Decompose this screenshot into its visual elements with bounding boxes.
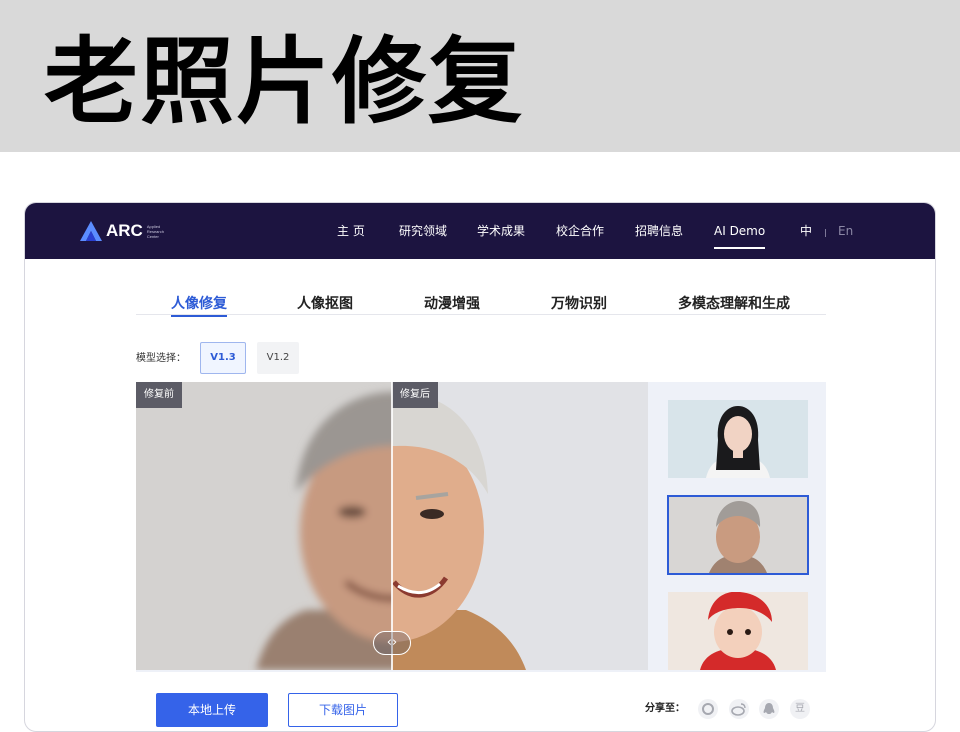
qq-icon[interactable] xyxy=(759,699,779,719)
lang-en[interactable]: En xyxy=(838,223,853,239)
logo-subtext: Applied Research Center xyxy=(146,223,164,239)
tabs-divider xyxy=(136,314,826,315)
chevron-right-icon: › xyxy=(392,635,398,650)
sample-image-man xyxy=(669,497,807,573)
sample-image-child xyxy=(668,592,808,670)
nav-research[interactable]: 研究领域 xyxy=(399,223,447,239)
sample-thumbnail-woman[interactable] xyxy=(668,400,808,478)
compare-viewer: 修复前 修复后 ‹› xyxy=(136,382,826,672)
share-label: 分享至： xyxy=(645,703,685,714)
download-image-button[interactable]: 下载图片 xyxy=(288,693,398,727)
tab-portrait-matting[interactable]: 人像抠图 xyxy=(297,295,353,313)
top-nav: ARC Applied Research Center 主 页 研究领域 学术成… xyxy=(25,203,935,259)
sample-thumbnail-child[interactable] xyxy=(668,592,808,670)
tab-anime-enhance[interactable]: 动漫增强 xyxy=(424,295,480,313)
after-label: 修复后 xyxy=(392,382,438,408)
logo-text: ARC xyxy=(106,221,143,240)
app-window: ARC Applied Research Center 主 页 研究领域 学术成… xyxy=(24,202,936,732)
weibo-icon[interactable] xyxy=(729,699,749,719)
sample-thumbnail-man[interactable] xyxy=(667,495,809,575)
nav-ai-demo[interactable]: AI Demo xyxy=(714,223,766,249)
lang-zh[interactable]: 中 xyxy=(800,223,812,239)
arc-logo-icon xyxy=(80,221,102,241)
slide-banner: 老照片修复 xyxy=(0,0,960,152)
nav-publications[interactable]: 学术成果 xyxy=(477,223,525,239)
before-label: 修复前 xyxy=(136,382,182,408)
arc-logo[interactable]: ARC Applied Research Center xyxy=(79,219,169,243)
tab-object-recognition[interactable]: 万物识别 xyxy=(551,295,607,313)
model-select-label: 模型选择： xyxy=(136,353,186,364)
compare-photo: 修复前 修复后 ‹› xyxy=(136,382,648,670)
compare-divider xyxy=(391,382,393,670)
compare-slider-handle[interactable]: ‹› xyxy=(373,631,411,655)
upload-local-button[interactable]: 本地上传 xyxy=(156,693,268,727)
nav-cooperation[interactable]: 校企合作 xyxy=(556,223,604,239)
moments-icon[interactable] xyxy=(698,699,718,719)
nav-careers[interactable]: 招聘信息 xyxy=(635,223,683,239)
slide-title: 老照片修复 xyxy=(44,28,525,137)
nav-home[interactable]: 主 页 xyxy=(337,223,365,239)
sample-image-woman xyxy=(668,400,808,478)
lang-separator xyxy=(825,229,826,237)
douban-icon[interactable]: 豆 xyxy=(790,699,810,719)
version-v13-button[interactable]: V1.3 xyxy=(200,342,246,374)
tab-multimodal[interactable]: 多模态理解和生成 xyxy=(678,295,790,313)
tab-portrait-restore[interactable]: 人像修复 xyxy=(171,295,227,317)
version-v12-button[interactable]: V1.2 xyxy=(257,342,299,374)
